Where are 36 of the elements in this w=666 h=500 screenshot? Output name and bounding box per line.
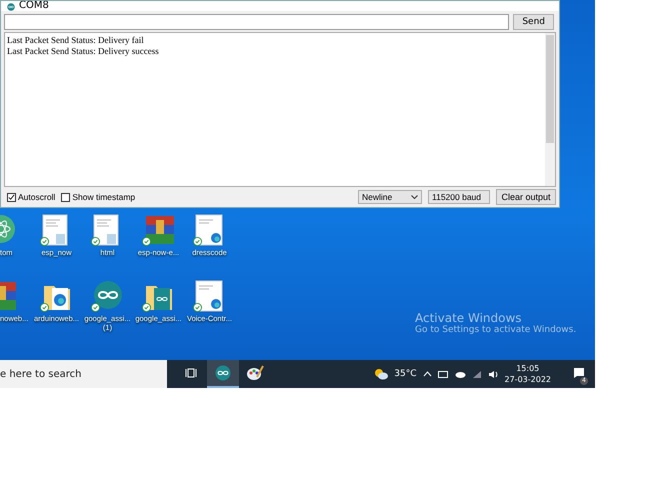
line-ending-dropdown[interactable]: Newline (358, 190, 422, 204)
wifi-icon[interactable] (472, 370, 482, 378)
checkbox[interactable] (61, 192, 70, 202)
message-input-field[interactable] (4, 14, 510, 30)
baud-rate-dropdown[interactable]: 115200 baud (428, 190, 490, 204)
infinity-logo-icon (92, 280, 122, 310)
notification-icon[interactable] (573, 366, 585, 378)
send-button[interactable]: Send (513, 14, 554, 30)
chevron-up-icon[interactable] (422, 371, 432, 377)
cloud-icon[interactable] (454, 370, 466, 378)
task-view-icon (185, 367, 197, 379)
archive-books-icon (144, 214, 176, 246)
clear-output-button[interactable]: Clear output (496, 189, 556, 205)
palette-icon (246, 365, 264, 381)
time: 15:05 (516, 363, 540, 374)
checkbox-label: Show timestamp (72, 192, 136, 202)
infinity-logo-icon (215, 365, 231, 381)
search-field[interactable]: e here to search (0, 360, 167, 388)
speaker-icon[interactable] (488, 370, 498, 378)
activation-title: Activate Windows (415, 311, 523, 325)
document-icon (194, 280, 222, 312)
taskbar-app-button[interactable] (207, 360, 239, 388)
caret-icon (411, 195, 418, 199)
checkbox-label: Autoscroll (18, 192, 56, 202)
document-icon (92, 214, 118, 246)
temperature: 35°C (394, 369, 416, 379)
clock[interactable]: 15:05 27-03-2022 (504, 363, 551, 385)
output-line: Last Packet Send Status: Delivery success (7, 46, 160, 57)
checkbox[interactable] (7, 192, 16, 202)
document-icon (42, 214, 68, 246)
output-line: Last Packet Send Status: Delivery fail (7, 35, 145, 46)
sun-cloud-icon (374, 368, 388, 380)
scrollbar[interactable] (545, 33, 555, 186)
activation-message: Go to Settings to activate Windows. (415, 325, 576, 335)
document-icon (194, 214, 222, 246)
date: 27-03-2022 (504, 374, 551, 385)
